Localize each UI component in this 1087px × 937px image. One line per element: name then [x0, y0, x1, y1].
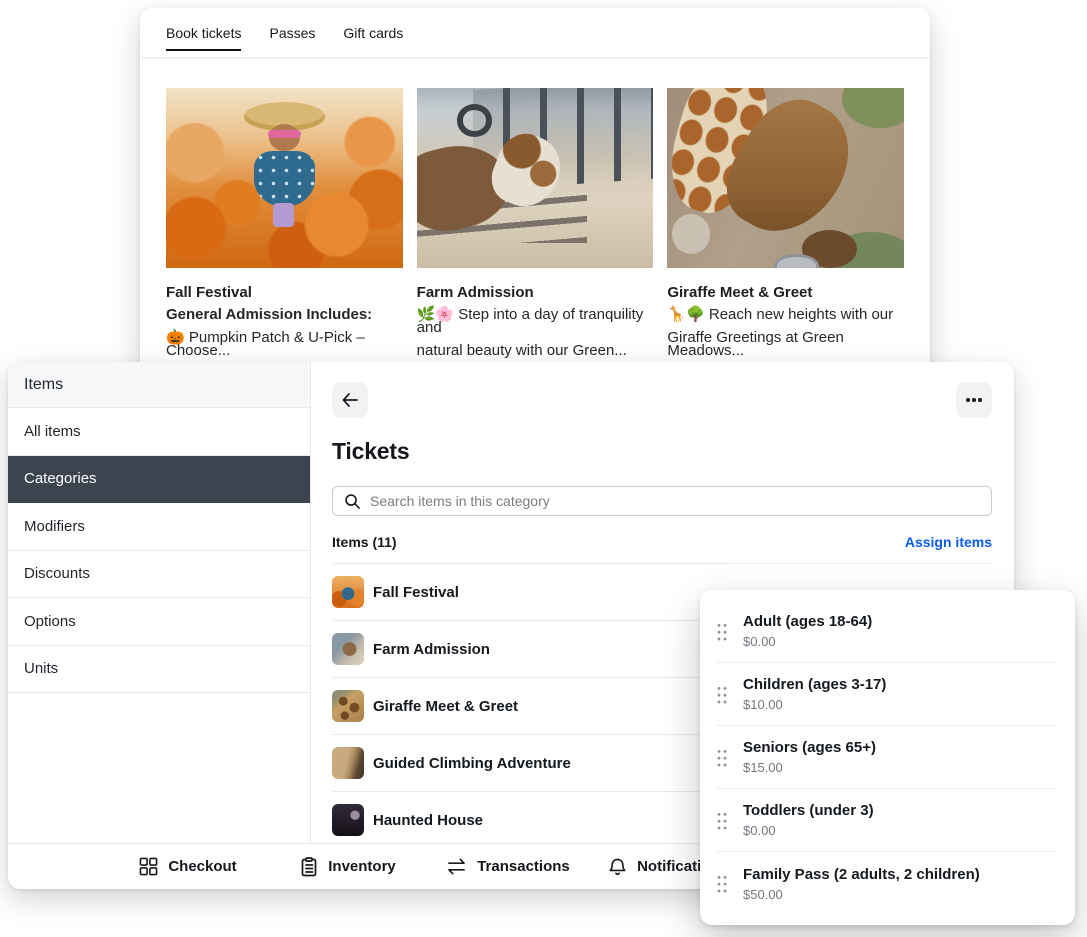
tab-passes[interactable]: Passes	[269, 8, 315, 58]
variation-row-family-pass[interactable]: Family Pass (2 adults, 2 children) $50.0…	[716, 852, 1057, 915]
variation-name: Seniors (ages 65+)	[743, 739, 876, 756]
variation-text: Children (ages 3-17) $10.00	[743, 676, 886, 712]
card-fall-festival[interactable]: Fall Festival General Admission Includes…	[166, 88, 403, 357]
variations-popover: Adult (ages 18-64) $0.00 Children (ages …	[700, 590, 1075, 925]
card-description-line: 🦒🌳 Reach new heights with our	[667, 308, 904, 321]
search-bar[interactable]	[332, 486, 992, 516]
grid-icon	[139, 857, 158, 876]
item-thumbnail	[332, 804, 364, 836]
ticket-card-list: Fall Festival General Admission Includes…	[140, 58, 930, 357]
sidebar-item-modifiers[interactable]: Modifiers	[8, 503, 310, 551]
variation-name: Family Pass (2 adults, 2 children)	[743, 866, 980, 883]
item-name: Fall Festival	[373, 584, 459, 601]
card-title: Farm Admission	[417, 284, 654, 301]
items-count: Items (11)	[332, 534, 397, 550]
variation-text: Family Pass (2 adults, 2 children) $50.0…	[743, 866, 980, 902]
bell-icon	[608, 857, 627, 877]
drag-handle-icon[interactable]	[716, 748, 728, 767]
item-thumbnail	[332, 747, 364, 779]
items-list-header: Items (11) Assign items	[332, 534, 992, 564]
tab-gift-cards[interactable]: Gift cards	[343, 8, 403, 58]
card-title: Fall Festival	[166, 284, 403, 301]
goat-farm-photo	[417, 88, 654, 268]
drag-handle-icon[interactable]	[716, 811, 728, 830]
drag-handle-icon[interactable]	[716, 622, 728, 641]
variation-price: $10.00	[743, 697, 886, 712]
giraffe-photo	[667, 88, 904, 268]
photo-shape	[672, 214, 710, 254]
detail-header	[332, 382, 992, 418]
nav-label: Inventory	[328, 858, 396, 875]
nav-inventory[interactable]: Inventory	[268, 857, 428, 877]
sidebar-item-all-items[interactable]: All items	[8, 408, 310, 456]
nav-label: Checkout	[168, 858, 236, 875]
item-thumbnail	[332, 633, 364, 665]
back-arrow-icon	[340, 390, 360, 410]
nav-label: Transactions	[477, 858, 570, 875]
ellipsis-icon	[966, 398, 982, 402]
item-name: Farm Admission	[373, 641, 490, 658]
sidebar-item-units[interactable]: Units	[8, 646, 310, 694]
variation-text: Seniors (ages 65+) $15.00	[743, 739, 876, 775]
transfer-arrows-icon	[446, 857, 467, 876]
card-description-line: 🌿🌸 Step into a day of tranquility and	[417, 308, 654, 334]
assign-items-link[interactable]: Assign items	[905, 534, 992, 550]
booking-site-panel: Book tickets Passes Gift cards Fall Fest…	[140, 8, 930, 376]
variation-text: Adult (ages 18-64) $0.00	[743, 613, 872, 649]
drag-handle-icon[interactable]	[716, 874, 728, 893]
variation-name: Toddlers (under 3)	[743, 802, 874, 819]
variation-row-adult[interactable]: Adult (ages 18-64) $0.00	[716, 600, 1057, 663]
photo-shape	[268, 130, 301, 138]
variation-row-toddlers[interactable]: Toddlers (under 3) $0.00	[716, 789, 1057, 852]
variation-name: Adult (ages 18-64)	[743, 613, 872, 630]
photo-shape	[457, 104, 493, 136]
item-thumbnail	[332, 576, 364, 608]
search-input[interactable]	[370, 493, 980, 509]
pumpkin-patch-photo	[166, 88, 403, 268]
drag-handle-icon[interactable]	[716, 685, 728, 704]
variation-text: Toddlers (under 3) $0.00	[743, 802, 874, 838]
item-name: Guided Climbing Adventure	[373, 755, 571, 772]
card-description-line: 🎃 Pumpkin Patch & U-Pick – Choose...	[166, 331, 403, 357]
overflow-menu-button[interactable]	[956, 382, 992, 418]
clipboard-icon	[300, 857, 318, 877]
back-button[interactable]	[332, 382, 368, 418]
card-farm-admission[interactable]: Farm Admission 🌿🌸 Step into a day of tra…	[417, 88, 654, 357]
item-name: Haunted House	[373, 812, 483, 829]
item-name: Giraffe Meet & Greet	[373, 698, 518, 715]
variation-row-children[interactable]: Children (ages 3-17) $10.00	[716, 663, 1057, 726]
app-canvas: Book tickets Passes Gift cards Fall Fest…	[0, 0, 1087, 937]
items-sidebar: Items All items Categories Modifiers Dis…	[8, 362, 311, 843]
variation-price: $15.00	[743, 760, 876, 775]
sidebar-item-options[interactable]: Options	[8, 598, 310, 646]
variation-row-seniors[interactable]: Seniors (ages 65+) $15.00	[716, 726, 1057, 789]
tab-book-tickets[interactable]: Book tickets	[166, 8, 241, 58]
sidebar-title: Items	[8, 362, 310, 408]
sidebar-item-discounts[interactable]: Discounts	[8, 551, 310, 599]
search-icon	[344, 493, 361, 510]
photo-shape	[273, 203, 294, 226]
nav-transactions[interactable]: Transactions	[428, 857, 588, 876]
photo-shape	[254, 151, 316, 207]
variation-price: $0.00	[743, 634, 872, 649]
item-thumbnail	[332, 690, 364, 722]
variation-price: $0.00	[743, 823, 874, 838]
card-title: Giraffe Meet & Greet	[667, 284, 904, 301]
variation-name: Children (ages 3-17)	[743, 676, 886, 693]
page-title: Tickets	[332, 438, 992, 465]
booking-tabs: Book tickets Passes Gift cards	[140, 8, 930, 58]
sidebar-item-categories[interactable]: Categories	[8, 456, 310, 504]
nav-checkout[interactable]: Checkout	[108, 857, 268, 876]
card-giraffe-meet-greet[interactable]: Giraffe Meet & Greet 🦒🌳 Reach new height…	[667, 88, 904, 357]
card-description-line: Giraffe Greetings at Green Meadows...	[667, 331, 904, 357]
photo-shape	[842, 88, 904, 128]
variation-price: $50.00	[743, 887, 980, 902]
card-description-line: General Admission Includes:	[166, 308, 403, 321]
card-description-line: natural beauty with our Green...	[417, 344, 654, 357]
